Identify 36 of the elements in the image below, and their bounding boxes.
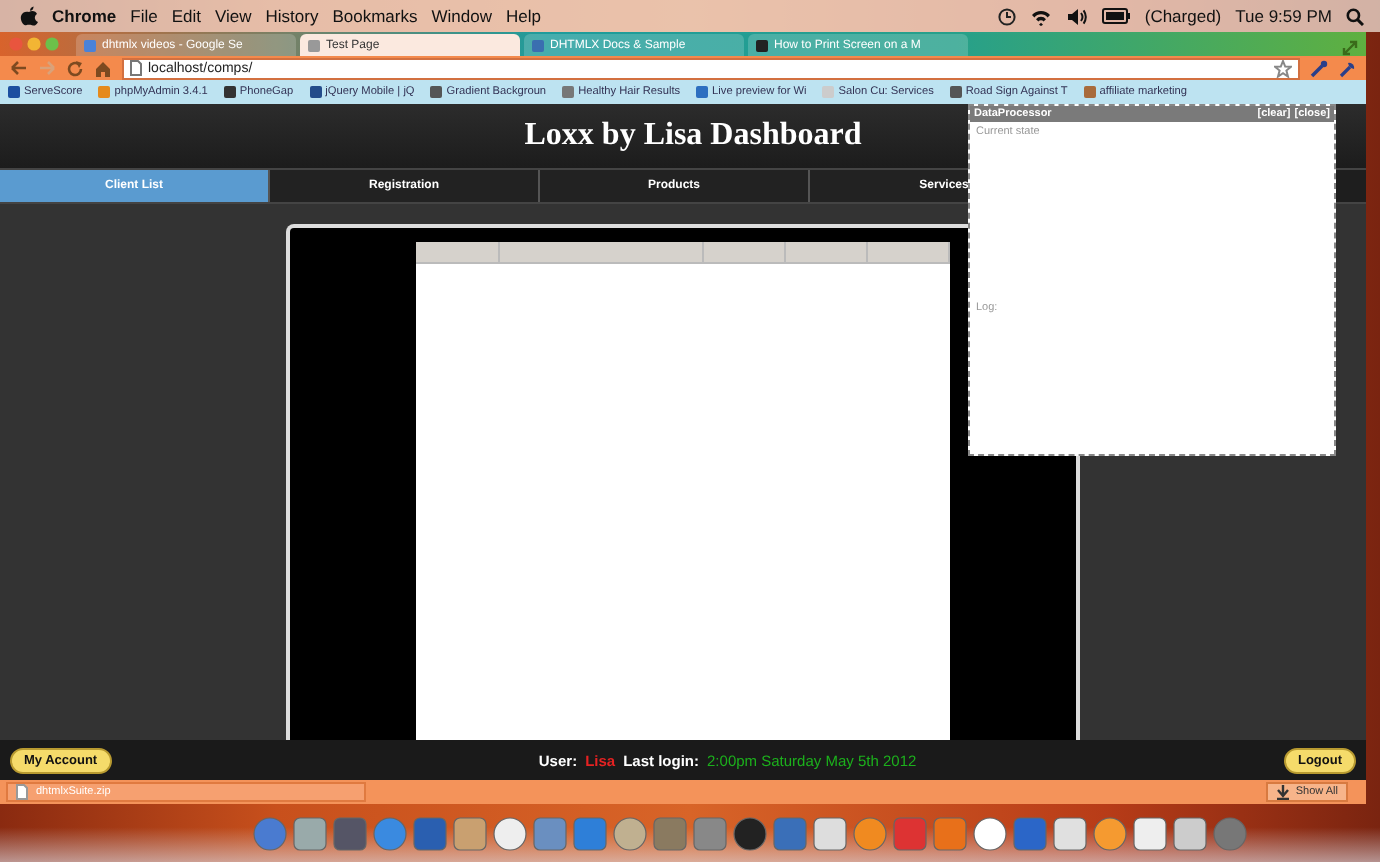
menu-clock[interactable]: Tue 9:59 PM [1235, 6, 1332, 26]
search-icon[interactable] [1346, 7, 1364, 25]
app-icon[interactable] [1052, 815, 1088, 851]
menu-item[interactable]: File [130, 6, 158, 26]
app-icon[interactable] [492, 815, 528, 851]
reload-icon[interactable] [66, 59, 84, 77]
star-icon[interactable] [1274, 59, 1292, 77]
menu-item[interactable]: Edit [171, 6, 201, 26]
download-icon [1275, 784, 1290, 800]
clock-icon[interactable] [998, 7, 1017, 25]
menu-item[interactable]: View [214, 6, 252, 26]
app-icon[interactable] [972, 815, 1008, 851]
dashboard-title: Loxx by Lisa Dashboard [522, 118, 862, 154]
menu-item[interactable]: Chrome [52, 6, 117, 26]
app-icon[interactable] [1092, 815, 1128, 851]
eyedropper-icon[interactable] [1310, 59, 1328, 77]
back-icon[interactable] [10, 60, 28, 76]
battery-icon[interactable] [1102, 8, 1131, 24]
apple-icon[interactable] [20, 6, 38, 26]
app-icon[interactable] [1132, 815, 1168, 851]
volume-icon[interactable] [1066, 7, 1089, 25]
menu-item[interactable]: Help [505, 6, 541, 26]
menu-item[interactable]: Window [431, 6, 492, 26]
file-icon [16, 784, 28, 800]
resize-icon[interactable] [1342, 40, 1358, 56]
page-icon [130, 60, 142, 76]
app-icon[interactable] [812, 815, 848, 851]
app-icon[interactable] [1172, 815, 1208, 851]
wifi-icon[interactable] [1030, 7, 1053, 25]
wrench-icon[interactable] [1338, 59, 1356, 77]
menu-item[interactable]: History [265, 6, 319, 26]
home-icon[interactable] [94, 59, 112, 77]
window-buttons-icon[interactable] [8, 36, 60, 52]
battery-status[interactable]: (Charged) [1144, 6, 1222, 26]
menu-item[interactable]: Bookmarks [332, 6, 418, 26]
app-icon[interactable] [732, 815, 768, 851]
